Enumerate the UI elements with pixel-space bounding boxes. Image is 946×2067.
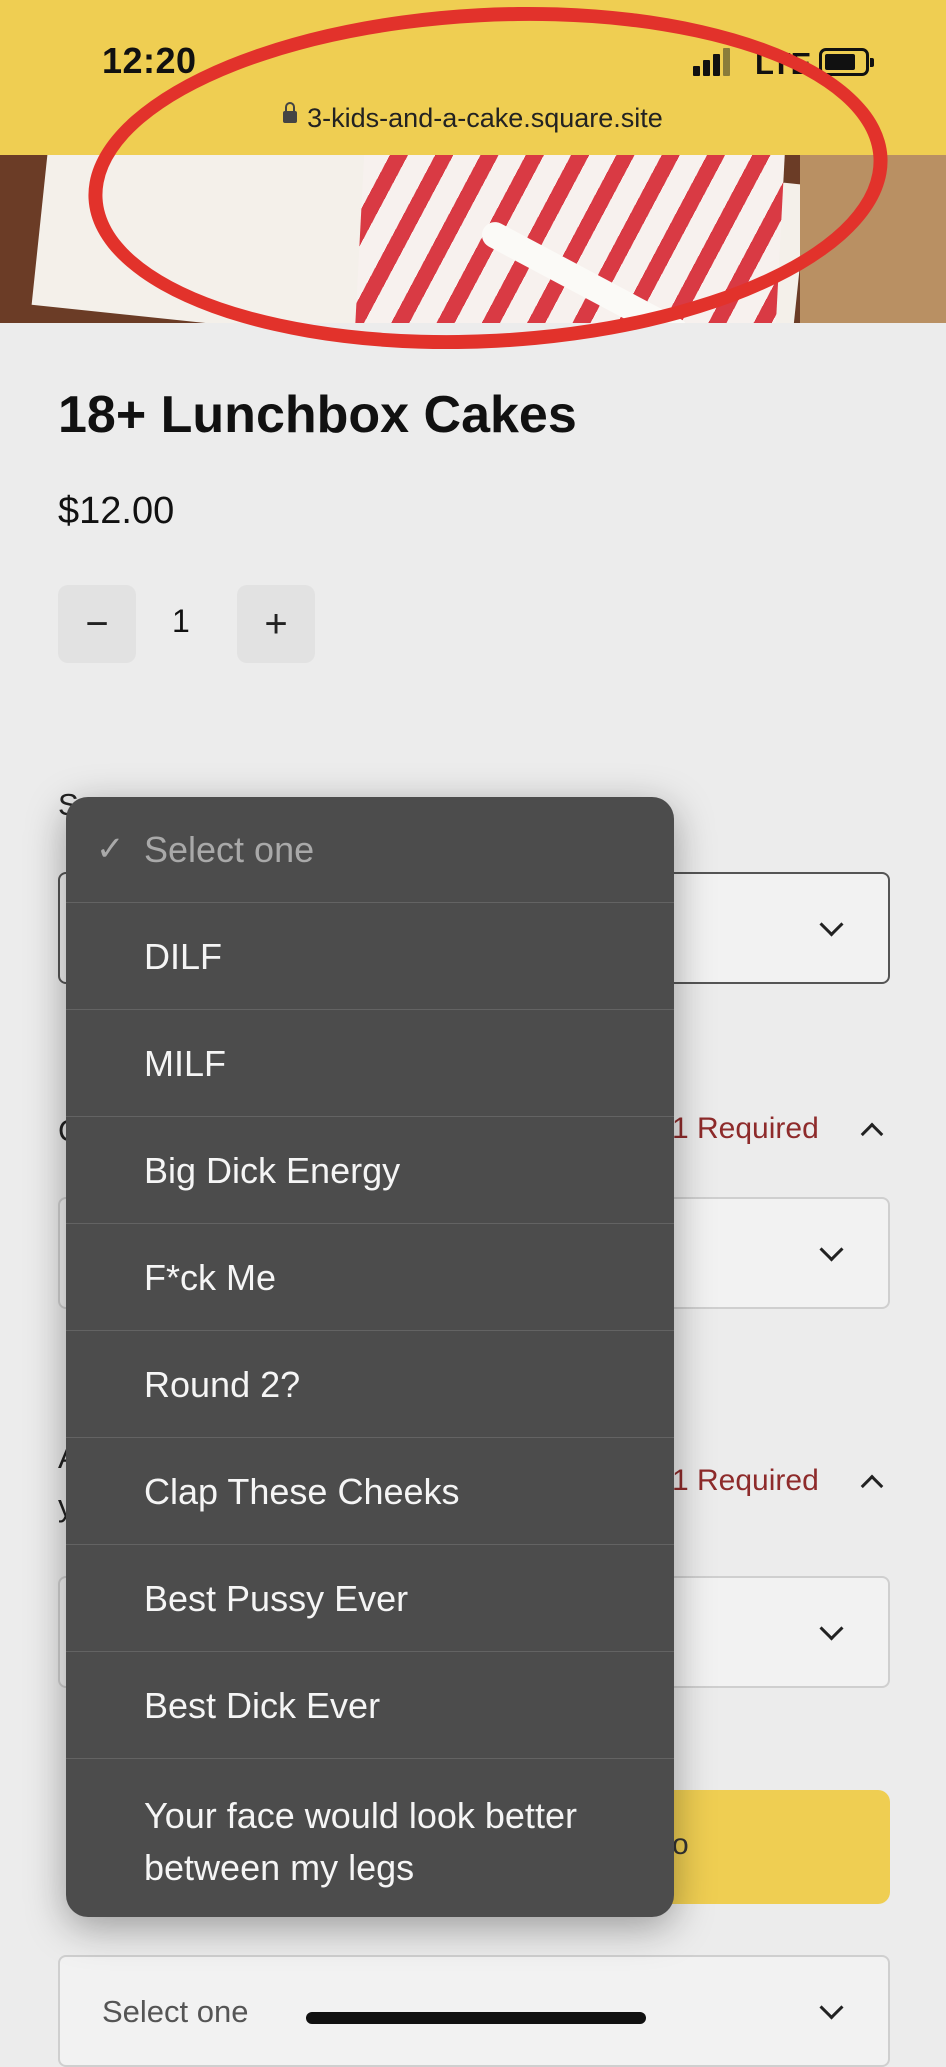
add-button-label: o <box>672 1828 689 1861</box>
chevron-up-icon[interactable] <box>860 1122 884 1146</box>
dropdown-option[interactable]: F*ck Me <box>66 1225 674 1331</box>
lock-icon <box>283 101 298 123</box>
dropdown-option[interactable]: Clap These Cheeks <box>66 1439 674 1545</box>
checkmark-icon: ✓ <box>96 830 125 868</box>
chevron-down-icon <box>819 1237 844 1262</box>
options-dropdown-menu[interactable]: ✓ Select one DILF MILF Big Dick Energy F… <box>66 797 674 1917</box>
dropdown-option[interactable]: Best Dick Ever <box>66 1653 674 1759</box>
address-bar[interactable]: 3-kids-and-a-cake.square.site <box>0 101 946 134</box>
dropdown-option[interactable]: Round 2? <box>66 1332 674 1438</box>
status-bar: 12:20 LTE 3-kids-and-a-cake.square.site <box>0 0 946 155</box>
signal-icon <box>693 48 730 76</box>
clock: 12:20 <box>102 40 197 81</box>
dropdown-option[interactable]: Big Dick Energy <box>66 1118 674 1224</box>
product-price: $12.00 <box>58 490 175 532</box>
bottom-select-placeholder: Select one <box>102 1994 249 2029</box>
dropdown-option[interactable]: ✓ Select one <box>66 797 674 903</box>
dropdown-option[interactable]: MILF <box>66 1011 674 1117</box>
product-title: 18+ Lunchbox Cakes <box>58 386 577 444</box>
quantity-value: 1 <box>172 603 190 639</box>
chevron-down-icon <box>819 912 844 937</box>
quantity-increase-button[interactable]: + <box>237 585 315 663</box>
chevron-down-icon <box>819 1995 844 2020</box>
dropdown-option[interactable]: Your face would look better between my l… <box>66 1760 674 1917</box>
quantity-decrease-button[interactable]: − <box>58 585 136 663</box>
dropdown-option[interactable]: DILF <box>66 904 674 1010</box>
required-label-3: 1 Required <box>672 1464 819 1497</box>
chevron-down-icon <box>819 1616 844 1641</box>
product-hero-image <box>0 155 946 323</box>
battery-icon <box>819 48 874 76</box>
url-text: 3-kids-and-a-cake.square.site <box>307 103 663 133</box>
chevron-up-icon[interactable] <box>860 1474 884 1498</box>
network-label: LTE <box>755 46 812 81</box>
home-indicator[interactable] <box>306 2012 646 2024</box>
dropdown-option[interactable]: Best Pussy Ever <box>66 1546 674 1652</box>
bottom-select[interactable]: Select one <box>58 1955 890 2067</box>
required-label-2: 1 Required <box>672 1112 819 1145</box>
